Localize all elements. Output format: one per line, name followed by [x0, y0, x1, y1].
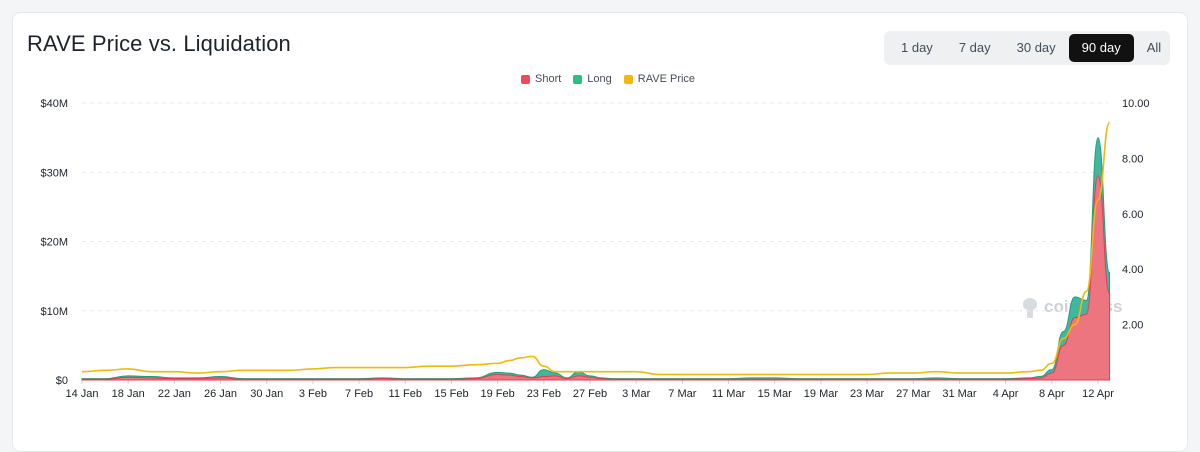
x-tick-label: 19 Feb	[481, 388, 515, 400]
series-long-area	[81, 137, 1111, 381]
x-tick-label: 31 Mar	[942, 388, 977, 400]
series-rave-price-line	[81, 121, 1111, 376]
x-tick-label: 3 Feb	[299, 388, 327, 400]
x-tick-label: 15 Feb	[434, 388, 468, 400]
x-tick-label: 4 Apr	[993, 388, 1019, 400]
y-left-tick-label: $30M	[40, 167, 68, 179]
x-tick-label: 7 Feb	[345, 388, 373, 400]
x-tick-label: 12 Apr	[1082, 388, 1114, 400]
x-tick-label: 18 Jan	[112, 388, 145, 400]
x-tick-label: 11 Mar	[712, 388, 746, 400]
x-tick-label: 27 Feb	[573, 388, 607, 400]
liquidation-chart: $0 $10M $20M $30M $40M 2.00 4.00 6.00 8.00 10.00 1…	[40, 98, 1150, 400]
x-tick-label: 30 Jan	[250, 388, 283, 400]
y-left-tick-label: $0	[56, 375, 68, 387]
x-tick-label: 11 Feb	[389, 388, 422, 400]
y-left-tick-label: $40M	[40, 98, 68, 110]
x-tick-label: 23 Mar	[850, 388, 885, 400]
x-tick-label: 23 Feb	[527, 388, 561, 400]
x-tick-label: 22 Jan	[158, 388, 191, 400]
y-left-tick-label: $10M	[40, 306, 68, 318]
y-right-tick-label: 8.00	[1122, 153, 1143, 165]
x-tick-label: 7 Mar	[668, 388, 696, 400]
x-tick-label: 14 Jan	[65, 388, 98, 400]
x-tick-label: 8 Apr	[1039, 388, 1065, 400]
x-tick-label: 15 Mar	[758, 388, 793, 400]
y-right-tick-label: 10.00	[1122, 98, 1150, 110]
y-right-tick-label: 4.00	[1122, 264, 1143, 276]
y-right-tick-label: 2.00	[1122, 320, 1143, 332]
x-tick-label: 27 Mar	[896, 388, 931, 400]
x-tick-label: 26 Jan	[204, 388, 237, 400]
x-tick-label: 19 Mar	[804, 388, 839, 400]
series-short-area	[81, 175, 1111, 381]
x-tick-label: 3 Mar	[622, 388, 650, 400]
y-right-tick-label: 6.00	[1122, 209, 1143, 221]
y-left-tick-label: $20M	[40, 237, 68, 249]
